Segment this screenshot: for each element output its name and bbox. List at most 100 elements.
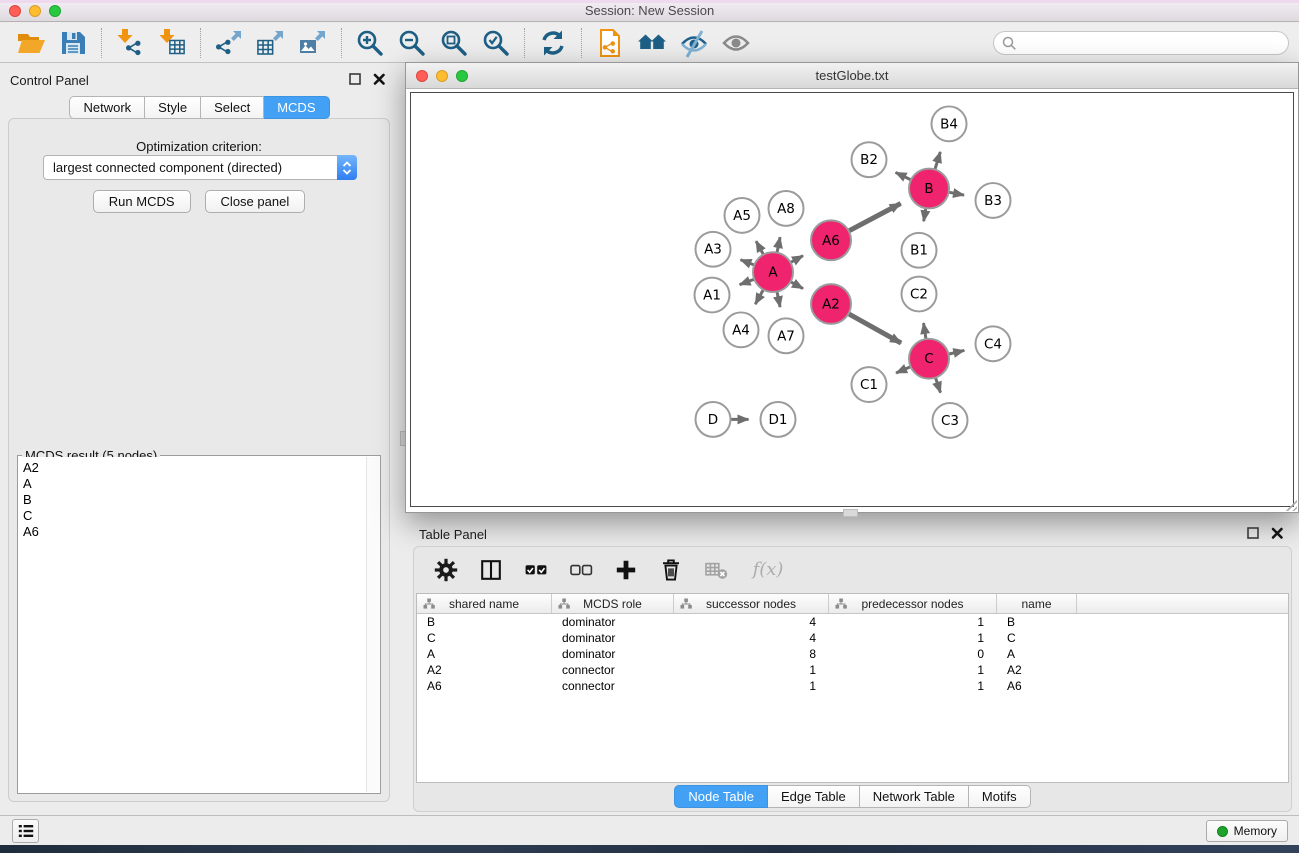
mcds-result-item[interactable]: A2 xyxy=(23,460,379,476)
cell-shared-name[interactable]: C xyxy=(417,631,552,645)
graph-node-A[interactable]: A xyxy=(753,252,793,292)
splitter-handle-horizontal[interactable] xyxy=(843,509,858,517)
export-table-icon[interactable] xyxy=(250,26,292,60)
run-mcds-button[interactable]: Run MCDS xyxy=(93,190,191,213)
export-image-icon[interactable] xyxy=(292,26,334,60)
mac-close-button[interactable] xyxy=(9,5,21,17)
refresh-icon[interactable] xyxy=(532,26,574,60)
cell-shared-name[interactable]: A6 xyxy=(417,679,552,693)
network-close-button[interactable] xyxy=(416,70,428,82)
network-window-titlebar[interactable]: testGlobe.txt xyxy=(406,63,1298,89)
deselect-all-icon[interactable] xyxy=(567,556,595,584)
graph-edge-A2-C[interactable] xyxy=(847,313,901,343)
new-network-from-selection-icon[interactable] xyxy=(589,26,631,60)
cell-successor-nodes[interactable]: 1 xyxy=(674,663,829,677)
cell-shared-name[interactable]: A2 xyxy=(417,663,552,677)
cell-MCDS-role[interactable]: dominator xyxy=(552,647,674,661)
column-header-name[interactable]: name xyxy=(997,594,1077,613)
graph-node-B[interactable]: B xyxy=(909,169,949,209)
table-row[interactable]: A6connector11A6 xyxy=(417,678,1288,694)
cell-successor-nodes[interactable]: 4 xyxy=(674,615,829,629)
table-panel-close-icon[interactable] xyxy=(1270,526,1284,540)
graph-node-A8[interactable]: A8 xyxy=(769,191,804,226)
task-history-button[interactable] xyxy=(12,819,39,843)
network-minimize-button[interactable] xyxy=(436,70,448,82)
graph-node-C4[interactable]: C4 xyxy=(976,326,1011,361)
table-row[interactable]: Bdominator41B xyxy=(417,614,1288,630)
graph-node-A7[interactable]: A7 xyxy=(769,318,804,353)
control-panel-close-icon[interactable] xyxy=(372,72,386,86)
graph-node-C2[interactable]: C2 xyxy=(902,277,937,312)
cell-shared-name[interactable]: B xyxy=(417,615,552,629)
gear-icon[interactable] xyxy=(432,556,460,584)
mcds-result-item[interactable]: B xyxy=(23,492,379,508)
cell-name[interactable]: A xyxy=(997,647,1077,661)
tab-mcds[interactable]: MCDS xyxy=(264,96,329,119)
open-session-icon[interactable] xyxy=(10,26,52,60)
cell-MCDS-role[interactable]: dominator xyxy=(552,631,674,645)
graph-node-A1[interactable]: A1 xyxy=(695,278,730,313)
mac-zoom-button[interactable] xyxy=(49,5,61,17)
tab-motifs[interactable]: Motifs xyxy=(969,785,1031,808)
cell-MCDS-role[interactable]: connector xyxy=(552,679,674,693)
control-panel-float-icon[interactable] xyxy=(348,72,362,86)
tab-style[interactable]: Style xyxy=(145,96,201,119)
graph-node-C1[interactable]: C1 xyxy=(852,367,887,402)
tab-network-table[interactable]: Network Table xyxy=(860,785,969,808)
export-network-icon[interactable] xyxy=(208,26,250,60)
tab-select[interactable]: Select xyxy=(201,96,264,119)
graph-edge-A6-B[interactable] xyxy=(847,203,901,231)
network-canvas[interactable]: B4B2BB3A8A5A6A3B1AA1C2A2A4A7C4CC1C3DD1 xyxy=(410,92,1294,507)
houses-icon[interactable] xyxy=(631,26,673,60)
graph-node-C3[interactable]: C3 xyxy=(933,403,968,438)
mcds-result-item[interactable]: A6 xyxy=(23,524,379,540)
cell-name[interactable]: B xyxy=(997,615,1077,629)
table-row[interactable]: Adominator80A xyxy=(417,646,1288,662)
add-column-icon[interactable] xyxy=(612,556,640,584)
zoom-in-icon[interactable] xyxy=(349,26,391,60)
search-input[interactable] xyxy=(1017,33,1288,53)
mcds-result-list[interactable]: A2ABCA6 xyxy=(19,457,379,792)
tab-node-table[interactable]: Node Table xyxy=(674,785,768,808)
import-table-icon[interactable] xyxy=(151,26,193,60)
mcds-result-scrollbar[interactable] xyxy=(366,457,379,792)
column-header-predecessor-nodes[interactable]: predecessor nodes xyxy=(829,594,997,613)
cell-predecessor-nodes[interactable]: 1 xyxy=(829,631,997,645)
graph-node-A3[interactable]: A3 xyxy=(696,232,731,267)
cell-predecessor-nodes[interactable]: 1 xyxy=(829,663,997,677)
column-header-MCDS-role[interactable]: MCDS role xyxy=(552,594,674,613)
cell-name[interactable]: A2 xyxy=(997,663,1077,677)
zoom-fit-icon[interactable] xyxy=(433,26,475,60)
cell-successor-nodes[interactable]: 8 xyxy=(674,647,829,661)
cell-successor-nodes[interactable]: 1 xyxy=(674,679,829,693)
zoom-out-icon[interactable] xyxy=(391,26,433,60)
optimization-criterion-select[interactable]: largest connected component (directed) xyxy=(43,155,357,180)
graph-node-A4[interactable]: A4 xyxy=(724,312,759,347)
zoom-selected-icon[interactable] xyxy=(475,26,517,60)
delete-column-icon[interactable] xyxy=(657,556,685,584)
cell-name[interactable]: C xyxy=(997,631,1077,645)
cell-predecessor-nodes[interactable]: 1 xyxy=(829,615,997,629)
memory-button[interactable]: Memory xyxy=(1206,820,1288,842)
graph-node-D1[interactable]: D1 xyxy=(761,402,796,437)
graph-node-A5[interactable]: A5 xyxy=(725,198,760,233)
graph-node-B2[interactable]: B2 xyxy=(852,142,887,177)
select-all-icon[interactable] xyxy=(522,556,550,584)
cell-predecessor-nodes[interactable]: 0 xyxy=(829,647,997,661)
graph-node-D[interactable]: D xyxy=(696,402,731,437)
import-network-icon[interactable] xyxy=(109,26,151,60)
column-header-shared-name[interactable]: shared name xyxy=(417,594,552,613)
cell-name[interactable]: A6 xyxy=(997,679,1077,693)
graph-edge-B-B4[interactable] xyxy=(934,152,940,172)
save-session-icon[interactable] xyxy=(52,26,94,60)
graph-node-C[interactable]: C xyxy=(909,339,949,379)
cell-MCDS-role[interactable]: connector xyxy=(552,663,674,677)
mcds-result-item[interactable]: C xyxy=(23,508,379,524)
eye-slash-icon[interactable] xyxy=(673,26,715,60)
table-row[interactable]: Cdominator41C xyxy=(417,630,1288,646)
tab-edge-table[interactable]: Edge Table xyxy=(768,785,860,808)
cell-MCDS-role[interactable]: dominator xyxy=(552,615,674,629)
graph-node-B3[interactable]: B3 xyxy=(976,183,1011,218)
table-panel-float-icon[interactable] xyxy=(1246,526,1260,540)
network-zoom-button[interactable] xyxy=(456,70,468,82)
